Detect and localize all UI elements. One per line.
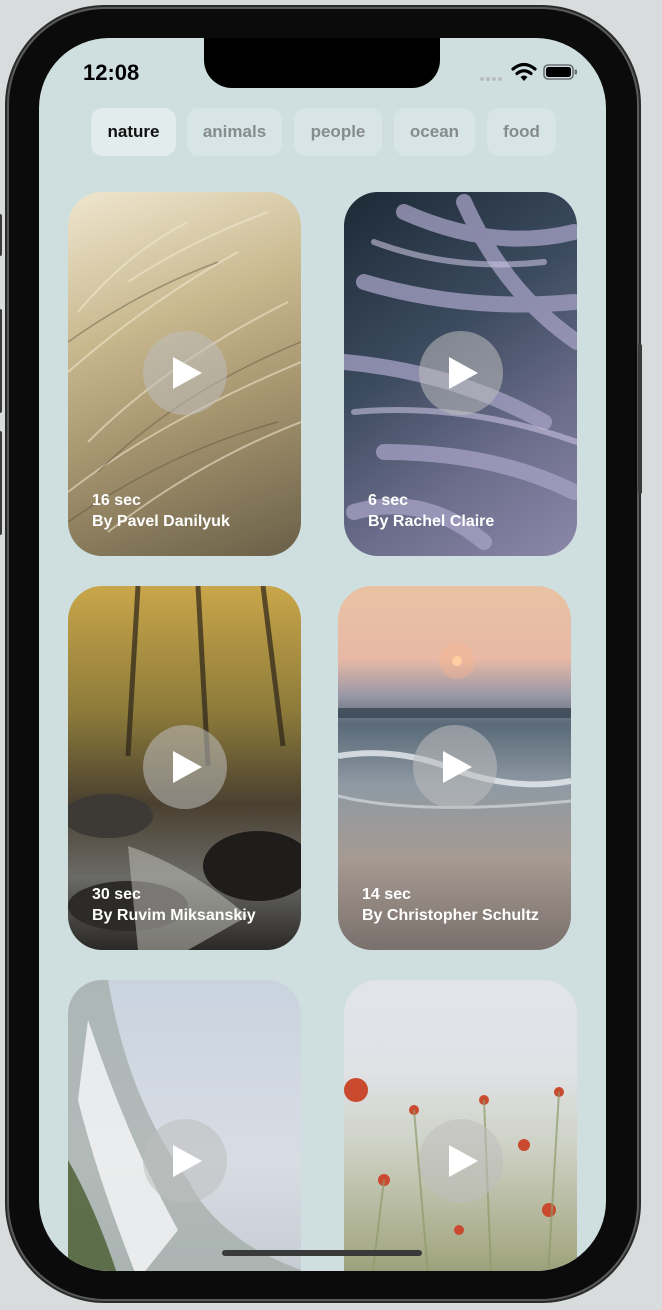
tab-ocean[interactable]: ocean (394, 108, 475, 156)
video-card[interactable]: 30 sec By Ruvim Miksanskiy (68, 586, 301, 950)
video-duration: 14 sec (362, 886, 411, 903)
play-icon (173, 357, 202, 389)
video-author: By Pavel Danilyuk (92, 513, 230, 530)
video-card[interactable]: 14 sec By Christopher Schultz (338, 586, 571, 950)
battery-icon (543, 64, 577, 80)
play-button[interactable] (419, 331, 503, 415)
play-icon (173, 751, 202, 783)
volume-up-button (0, 309, 2, 413)
status-time: 12:08 (83, 60, 140, 85)
play-icon (443, 751, 472, 783)
video-duration: 16 sec (92, 492, 141, 509)
video-card[interactable] (344, 980, 577, 1271)
tab-people[interactable]: people (294, 108, 382, 156)
volume-down-button (0, 431, 2, 535)
play-button[interactable] (143, 725, 227, 809)
notch (204, 38, 440, 88)
video-author: By Rachel Claire (368, 513, 495, 530)
video-card[interactable]: 16 sec By Pavel Danilyuk (68, 192, 301, 556)
video-card[interactable] (68, 980, 301, 1271)
play-icon (449, 1145, 478, 1177)
mute-switch (0, 214, 2, 256)
video-duration: 6 sec (368, 492, 409, 509)
home-indicator[interactable] (222, 1250, 422, 1256)
play-icon (449, 357, 478, 389)
play-icon (173, 1145, 202, 1177)
video-duration: 30 sec (92, 886, 141, 903)
play-button[interactable] (143, 331, 227, 415)
signal-icon (480, 77, 502, 81)
video-author: By Ruvim Miksanskiy (92, 907, 256, 924)
play-button[interactable] (143, 1119, 227, 1203)
app-screen: 12:08 nature animals people ocean food 1… (39, 38, 606, 1271)
play-button[interactable] (419, 1119, 503, 1203)
video-author: By Christopher Schultz (362, 907, 539, 924)
tab-nature[interactable]: nature (91, 108, 176, 156)
tab-animals[interactable]: animals (187, 108, 282, 156)
wifi-icon (511, 62, 537, 81)
play-button[interactable] (413, 725, 497, 809)
side-button (638, 344, 642, 494)
video-card[interactable]: 6 sec By Rachel Claire (344, 192, 577, 556)
tab-food[interactable]: food (487, 108, 556, 156)
